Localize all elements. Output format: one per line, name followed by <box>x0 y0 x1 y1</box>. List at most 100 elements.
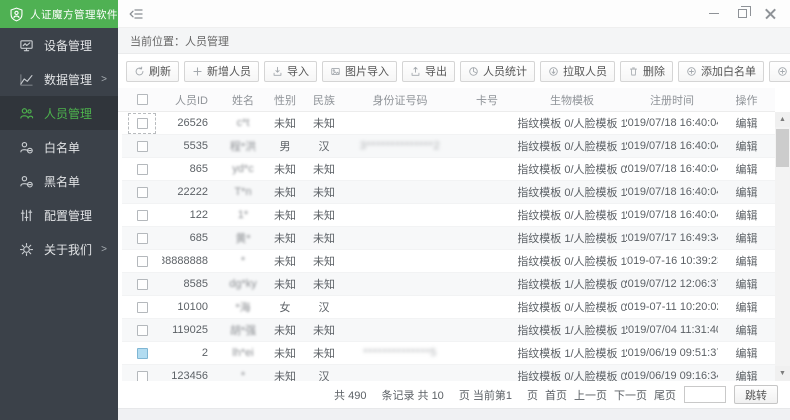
sidebar-item-blacklist[interactable]: 黑名单 <box>0 164 118 198</box>
person-name: yd*c <box>232 163 253 175</box>
edit-link[interactable]: 编辑 <box>736 299 758 315</box>
edit-link[interactable]: 编辑 <box>736 138 758 154</box>
sidebar-item-whitelist[interactable]: 白名单 <box>0 130 118 164</box>
edit-link[interactable]: 编辑 <box>736 322 758 338</box>
cell-idno <box>344 158 456 180</box>
cell-name: yd*c <box>220 158 266 180</box>
sidebar-item-data[interactable]: 数据管理> <box>0 62 118 96</box>
row-checkbox[interactable] <box>137 302 148 313</box>
image-import-button[interactable]: 图片导入 <box>322 61 397 82</box>
row-checkbox[interactable] <box>137 118 148 129</box>
jump-button[interactable]: 跳转 <box>734 385 778 404</box>
next-page-link[interactable]: 下一页 <box>614 387 647 403</box>
sidebar-item-label: 配置管理 <box>44 207 92 224</box>
toolbar-button-label: 新增人员 <box>207 63 251 79</box>
cell-name: 黄* <box>220 227 266 249</box>
prev-page-link[interactable]: 上一页 <box>574 387 607 403</box>
table-row[interactable]: 123456*未知汉指纹模板 0/人脸模板 02019/06/19 09:16:… <box>122 365 775 381</box>
cell-op: 编辑 <box>718 273 775 295</box>
row-checkbox[interactable] <box>137 371 148 382</box>
edit-link[interactable]: 编辑 <box>736 230 758 246</box>
row-checkbox[interactable] <box>137 187 148 198</box>
row-checkbox[interactable] <box>137 348 148 359</box>
scrollbar-thumb[interactable] <box>776 129 789 167</box>
refresh-button[interactable]: 刷新 <box>126 61 179 82</box>
chevron-right-icon: > <box>101 244 107 255</box>
table-row[interactable]: 10100*海女汉指纹模板 0/人脸模板 02019-07-11 10:20:0… <box>122 296 775 319</box>
edit-link[interactable]: 编辑 <box>736 253 758 269</box>
checkbox-cell <box>129 114 155 133</box>
table-row[interactable]: 8585dg*ky未知未知指纹模板 1/人脸模板 02019/07/12 12:… <box>122 273 775 296</box>
cell-card <box>456 342 518 364</box>
row-checkbox[interactable] <box>137 141 148 152</box>
edit-link[interactable]: 编辑 <box>736 368 758 381</box>
add-person-button[interactable]: 新增人员 <box>184 61 259 82</box>
row-checkbox[interactable] <box>137 164 148 175</box>
collapse-sidebar-icon[interactable] <box>128 6 144 22</box>
column-header-check <box>122 88 162 111</box>
checkbox-cell <box>129 160 155 179</box>
table-row[interactable]: 685黄*未知未知指纹模板 1/人脸模板 12019/07/17 16:49:3… <box>122 227 775 250</box>
cell-gender: 未知 <box>266 365 304 381</box>
select-all-checkbox[interactable] <box>137 94 148 105</box>
cell-id: 123456 <box>162 365 220 381</box>
cell-gender: 未知 <box>266 158 304 180</box>
edit-link[interactable]: 编辑 <box>736 345 758 361</box>
cell-check <box>122 204 162 226</box>
edit-link[interactable]: 编辑 <box>736 161 758 177</box>
page-jump-input[interactable] <box>684 386 726 403</box>
sidebar-item-about[interactable]: 关于我们> <box>0 232 118 266</box>
add-whitelist-button[interactable]: 添加白名单 <box>678 61 764 82</box>
import-button[interactable]: 导入 <box>264 61 317 82</box>
cell-id: 10100 <box>162 296 220 318</box>
table-row[interactable]: 22222T*n未知未知指纹模板 0/人脸模板 12019/07/18 16:4… <box>122 181 775 204</box>
export-button[interactable]: 导出 <box>402 61 455 82</box>
cell-bio: 指纹模板 0/人脸模板 0 <box>518 158 626 180</box>
table-row[interactable]: 865yd*c未知未知指纹模板 0/人脸模板 02019/07/18 16:40… <box>122 158 775 181</box>
cell-id: 2 <box>162 342 220 364</box>
row-checkbox[interactable] <box>137 233 148 244</box>
cell-name: 程*洪 <box>220 135 266 157</box>
minimize-button[interactable] <box>700 1 728 27</box>
cell-time: 2019/06/19 09:16:34 <box>626 365 718 381</box>
table-row[interactable]: 5535程*洪男汉3**************2指纹模板 0/人脸模板 120… <box>122 135 775 158</box>
cell-check <box>122 158 162 180</box>
table-row[interactable]: 26526c*t未知未知指纹模板 0/人脸模板 12019/07/18 16:4… <box>122 112 775 135</box>
app-window: 人证魔方管理软件 设备管理数据管理>人员管理白名单黑名单配置管理关于我们> 当前… <box>0 0 790 420</box>
edit-link[interactable]: 编辑 <box>736 184 758 200</box>
row-checkbox[interactable] <box>137 256 148 267</box>
cell-ethnic: 汉 <box>304 296 344 318</box>
table-row[interactable]: 2lh*ei未知未知**************5指纹模板 1/人脸模板 120… <box>122 342 775 365</box>
edit-link[interactable]: 编辑 <box>736 115 758 131</box>
row-checkbox[interactable] <box>137 279 148 290</box>
cell-id: 119025 <box>162 319 220 341</box>
cell-gender: 未知 <box>266 181 304 203</box>
cell-ethnic: 未知 <box>304 112 344 134</box>
person-stats-button[interactable]: 人员统计 <box>460 61 535 82</box>
edit-link[interactable]: 编辑 <box>736 276 758 292</box>
first-page-link[interactable]: 首页 <box>545 387 567 403</box>
table-row[interactable]: 88888888*未知未知指纹模板 0/人脸模板 12019-07-16 10:… <box>122 250 775 273</box>
add-blacklist-button[interactable]: 添加黑名单 <box>769 61 790 82</box>
sidebar-item-person[interactable]: 人员管理 <box>0 96 118 130</box>
row-checkbox[interactable] <box>137 325 148 336</box>
maximize-button[interactable] <box>728 1 756 27</box>
cell-idno <box>344 296 456 318</box>
row-checkbox[interactable] <box>137 210 148 221</box>
close-button[interactable] <box>756 1 784 27</box>
export-icon <box>410 66 421 77</box>
cell-time: 2019-07-11 10:20:02 <box>626 296 718 318</box>
scroll-down-icon[interactable]: ▼ <box>775 366 790 381</box>
sidebar-item-config[interactable]: 配置管理 <box>0 198 118 232</box>
checkbox-cell <box>129 344 155 363</box>
table-row[interactable]: 1221*未知未知指纹模板 0/人脸模板 12019/07/18 16:40:0… <box>122 204 775 227</box>
last-page-link[interactable]: 尾页 <box>654 387 676 403</box>
table-row[interactable]: 119025胡*强未知未知指纹模板 1/人脸模板 12019/07/04 11:… <box>122 319 775 342</box>
delete-button[interactable]: 删除 <box>620 61 673 82</box>
pull-person-button[interactable]: 拉取人员 <box>540 61 615 82</box>
scroll-up-icon[interactable]: ▲ <box>775 112 790 127</box>
vertical-scrollbar[interactable]: ▲ ▼ <box>775 112 790 381</box>
edit-link[interactable]: 编辑 <box>736 207 758 223</box>
sidebar-item-device[interactable]: 设备管理 <box>0 28 118 62</box>
cell-ethnic: 汉 <box>304 135 344 157</box>
